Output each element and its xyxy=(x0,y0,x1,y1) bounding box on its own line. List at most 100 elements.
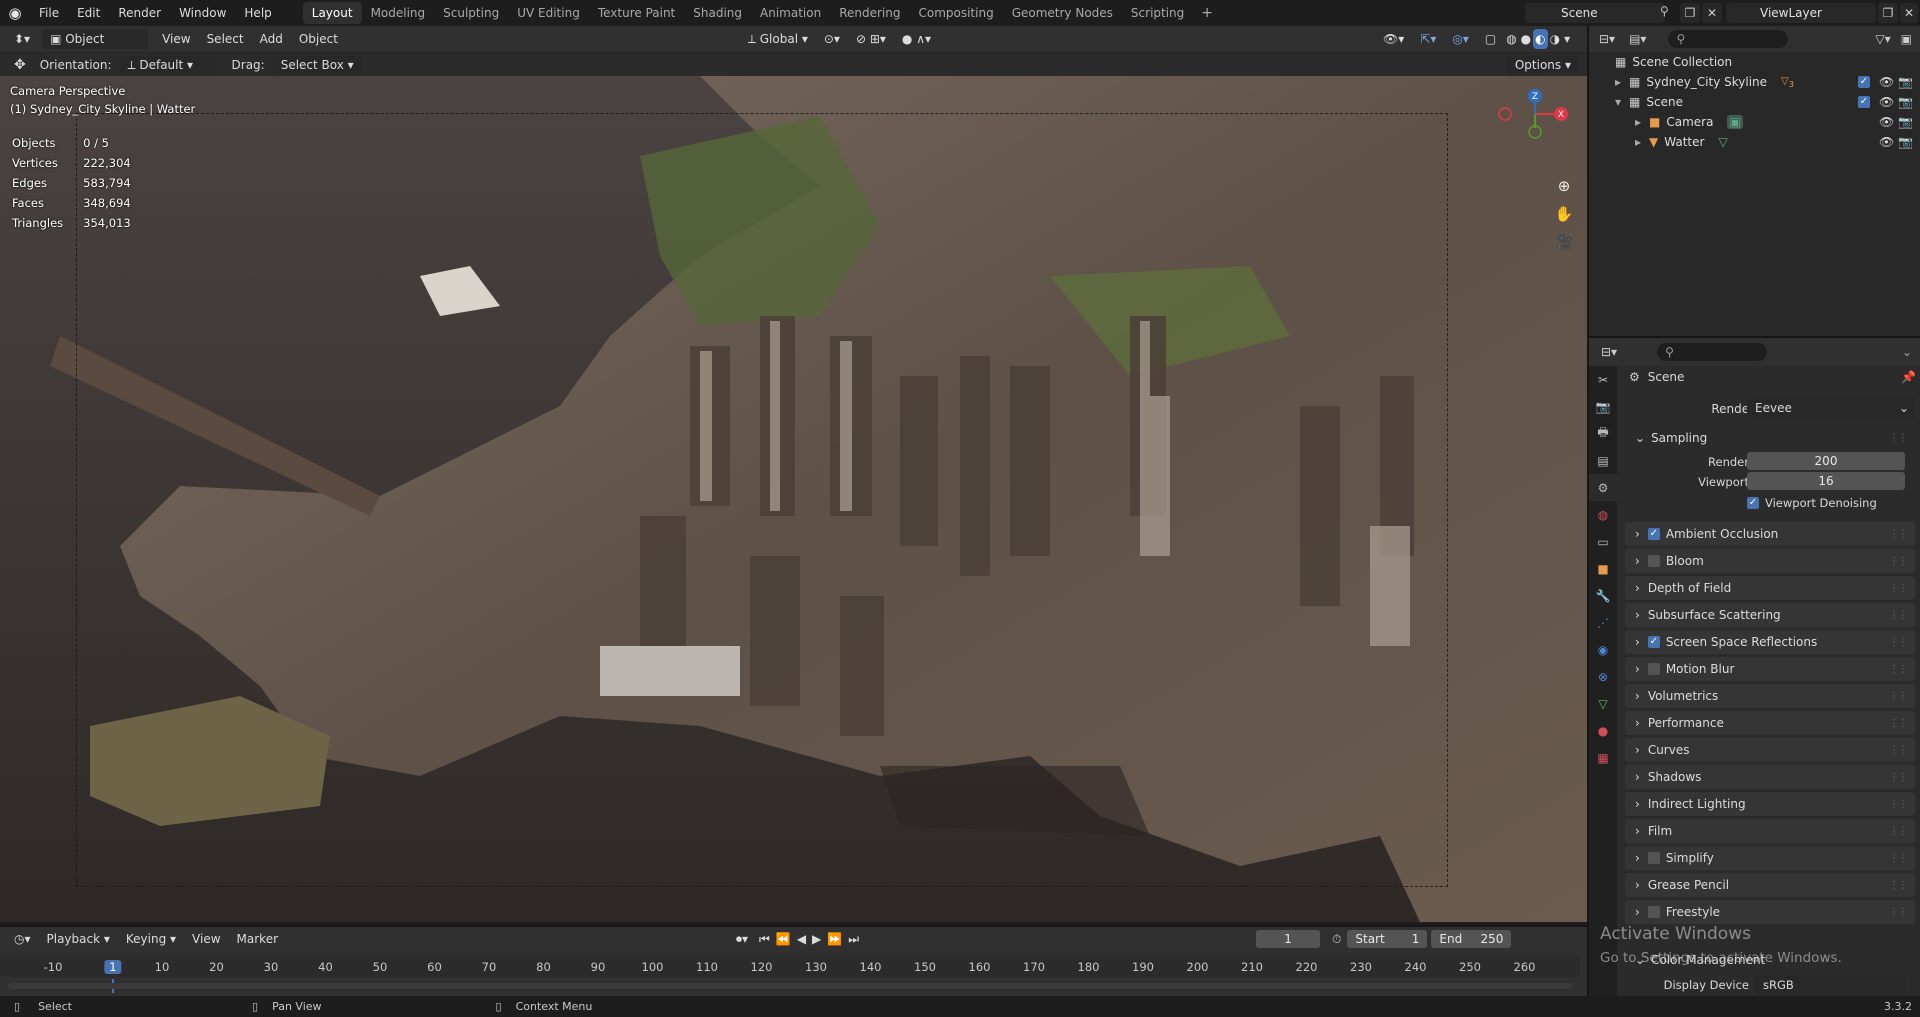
frame-ruler[interactable]: -10 1 10 20 30 40 50 60 70 80 90 100 110 120 130 140 150… xyxy=(0,957,1580,977)
outliner-editor-type-icon[interactable]: ⊟▾ xyxy=(1599,32,1615,46)
panel-indirect-lighting[interactable]: › Indirect Lighting ⋮⋮ xyxy=(1625,792,1915,816)
drag-grip-icon[interactable]: ⋮⋮ xyxy=(1889,826,1908,837)
3d-viewport[interactable]: Camera Perspective (1) Sydney_City Skyli… xyxy=(0,76,1587,922)
panel-bloom[interactable]: › Bloom ⋮⋮ xyxy=(1625,549,1915,573)
mode-dropdown[interactable]: ▣ Object Mode ▾ xyxy=(42,29,149,66)
panel-enable-checkbox[interactable] xyxy=(1647,852,1660,864)
outliner-row-scene[interactable]: ▾ ▦ Scene ✓ 👁 📷 xyxy=(1589,92,1920,112)
rendered-shading-icon[interactable]: ◑ xyxy=(1548,29,1562,49)
panel-depth-of-field[interactable]: › Depth of Field ⋮⋮ xyxy=(1625,576,1915,600)
blender-logo-icon[interactable]: ◉ xyxy=(0,0,30,26)
tab-shading[interactable]: Shading xyxy=(684,2,751,24)
view-layer-selector[interactable]: ViewLayer xyxy=(1726,3,1876,23)
panel-enable-checkbox[interactable] xyxy=(1647,663,1660,675)
drag-grip-icon[interactable]: ⋮⋮ xyxy=(1889,433,1908,444)
tool-tab-icon[interactable]: ✂ xyxy=(1589,366,1617,393)
play-reverse-icon[interactable]: ◀ xyxy=(794,929,809,949)
output-tab-icon[interactable]: 🖶 xyxy=(1589,420,1617,447)
drag-grip-icon[interactable]: ⋮⋮ xyxy=(1889,691,1908,702)
panel-freestyle[interactable]: › Freestyle ⋮⋮ xyxy=(1625,900,1915,924)
display-device-dropdown[interactable]: sRGB xyxy=(1755,975,1905,995)
drag-grip-icon[interactable]: ⋮⋮ xyxy=(1889,583,1908,594)
overlay-toggle-icon[interactable]: ◎▾ xyxy=(1444,29,1477,49)
visibility-eye-icon[interactable]: 👁 xyxy=(1879,75,1894,89)
record-icon[interactable]: ⏺▾ xyxy=(728,929,756,949)
panel-screen-space-reflections[interactable]: › ✓ Screen Space Reflections ⋮⋮ xyxy=(1625,630,1915,654)
new-collection-icon[interactable]: ▣ xyxy=(1901,32,1912,46)
panel-enable-checkbox[interactable]: ✓ xyxy=(1647,528,1660,540)
jump-end-icon[interactable]: ⏭ xyxy=(845,929,862,949)
add-workspace-icon[interactable]: + xyxy=(1193,5,1221,21)
panel-ambient-occlusion[interactable]: › ✓ Ambient Occlusion ⋮⋮ xyxy=(1625,522,1915,546)
menu-file[interactable]: File xyxy=(30,0,68,26)
outliner-row-sydney[interactable]: ▸ ▦ Sydney_City Skyline ▽3 ✓ 👁 📷 xyxy=(1589,72,1920,92)
editor-type-icon[interactable]: ⬍▾ xyxy=(6,29,38,49)
menu-help[interactable]: Help xyxy=(235,0,280,26)
drag-grip-icon[interactable]: ⋮⋮ xyxy=(1889,880,1908,891)
expand-arrow-icon[interactable]: ▸ xyxy=(1635,135,1641,149)
snap-icon[interactable]: ⊘ ⊞▾ xyxy=(848,29,894,49)
material-tab-icon[interactable]: ● xyxy=(1589,717,1617,744)
pivot-icon[interactable]: ⊙▾ xyxy=(816,29,848,49)
panel-enable-checkbox[interactable]: ✓ xyxy=(1647,636,1660,648)
drag-grip-icon[interactable]: ⋮⋮ xyxy=(1889,556,1908,567)
tab-animation[interactable]: Animation xyxy=(751,2,830,24)
menu-edit[interactable]: Edit xyxy=(68,0,109,26)
prev-keyframe-icon[interactable]: ⏪ xyxy=(773,929,794,949)
tab-geometry-nodes[interactable]: Geometry Nodes xyxy=(1003,2,1122,24)
camera-view-icon[interactable]: 🎥 xyxy=(1550,228,1578,256)
orientation-dropdown[interactable]: ⟂ Default ▾ xyxy=(119,55,216,74)
outliner-row-watter[interactable]: ▸ ▼ Watter ▽ 👁 📷 xyxy=(1589,132,1920,152)
outliner-row-camera[interactable]: ▸ ■ Camera ▣ 👁 📷 xyxy=(1589,112,1920,132)
drag-grip-icon[interactable]: ⋮⋮ xyxy=(1889,718,1908,729)
menu-select[interactable]: Select xyxy=(199,29,252,49)
scene-tab-icon[interactable]: ⚙ xyxy=(1589,474,1617,501)
zoom-icon[interactable]: ⊕ xyxy=(1550,172,1578,200)
jump-start-icon[interactable]: ⏮ xyxy=(756,929,773,949)
solid-shading-icon[interactable]: ● xyxy=(1519,29,1533,49)
panel-curves[interactable]: › Curves ⋮⋮ xyxy=(1625,738,1915,762)
menu-render[interactable]: Render xyxy=(109,0,170,26)
panel-enable-checkbox[interactable] xyxy=(1647,906,1660,918)
particles-tab-icon[interactable]: ⋰ xyxy=(1589,609,1617,636)
data-tab-icon[interactable]: ▽ xyxy=(1589,690,1617,717)
render-camera-icon[interactable]: 📷 xyxy=(1898,75,1913,89)
view-layer-tab-icon[interactable]: ▤ xyxy=(1589,447,1617,474)
expand-arrow-icon[interactable]: ▾ xyxy=(1615,95,1621,109)
new-view-layer-icon[interactable]: ❐ xyxy=(1878,3,1898,23)
render-tab-icon[interactable]: 📷 xyxy=(1589,393,1617,420)
visibility-icon[interactable]: 👁▾ xyxy=(1375,29,1412,49)
tab-layout[interactable]: Layout xyxy=(302,2,362,24)
menu-view[interactable]: View xyxy=(154,29,198,49)
outliner-row-scene-collection[interactable]: ▦ Scene Collection xyxy=(1589,52,1920,72)
visibility-eye-icon[interactable]: 👁 xyxy=(1879,95,1894,109)
render-camera-icon[interactable]: 📷 xyxy=(1898,135,1913,149)
viewport-denoising-checkbox[interactable]: ✓ Viewport Denoising xyxy=(1747,496,1877,510)
expand-arrow-icon[interactable]: ▸ xyxy=(1615,75,1621,89)
gizmo-neg-x-axis[interactable] xyxy=(1498,107,1512,121)
tab-scripting[interactable]: Scripting xyxy=(1122,2,1193,24)
menu-keying[interactable]: Keying ▾ xyxy=(118,929,184,949)
render-engine-dropdown[interactable]: Eevee ⌄ xyxy=(1747,398,1915,418)
current-frame-field[interactable]: 1 xyxy=(1256,930,1321,948)
drag-grip-icon[interactable]: ⋮⋮ xyxy=(1889,610,1908,621)
menu-marker[interactable]: Marker xyxy=(229,929,286,949)
drag-grip-icon[interactable]: ⋮⋮ xyxy=(1889,799,1908,810)
delete-scene-icon[interactable]: ✕ xyxy=(1702,3,1722,23)
pin-icon[interactable]: ⚲ xyxy=(1660,4,1669,18)
tab-modeling[interactable]: Modeling xyxy=(362,2,435,24)
panel-film[interactable]: › Film ⋮⋮ xyxy=(1625,819,1915,843)
menu-add[interactable]: Add xyxy=(252,29,291,49)
filter-icon[interactable]: ▽▾ xyxy=(1875,32,1890,46)
tab-sculpting[interactable]: Sculpting xyxy=(434,2,508,24)
constraints-tab-icon[interactable]: ⊗ xyxy=(1589,663,1617,690)
menu-playback[interactable]: Playback ▾ xyxy=(39,929,118,949)
panel-simplify[interactable]: › Simplify ⋮⋮ xyxy=(1625,846,1915,870)
options-dropdown[interactable]: Options ▾ xyxy=(1506,55,1579,74)
gizmo-toggle-icon[interactable]: ⇱▾ xyxy=(1412,29,1444,49)
preview-range-icon[interactable]: ⏱ xyxy=(1332,932,1341,947)
drag-grip-icon[interactable]: ⋮⋮ xyxy=(1889,529,1908,540)
drag-grip-icon[interactable]: ⋮⋮ xyxy=(1889,772,1908,783)
play-icon[interactable]: ▶ xyxy=(809,929,824,949)
visibility-eye-icon[interactable]: 👁 xyxy=(1879,115,1894,129)
